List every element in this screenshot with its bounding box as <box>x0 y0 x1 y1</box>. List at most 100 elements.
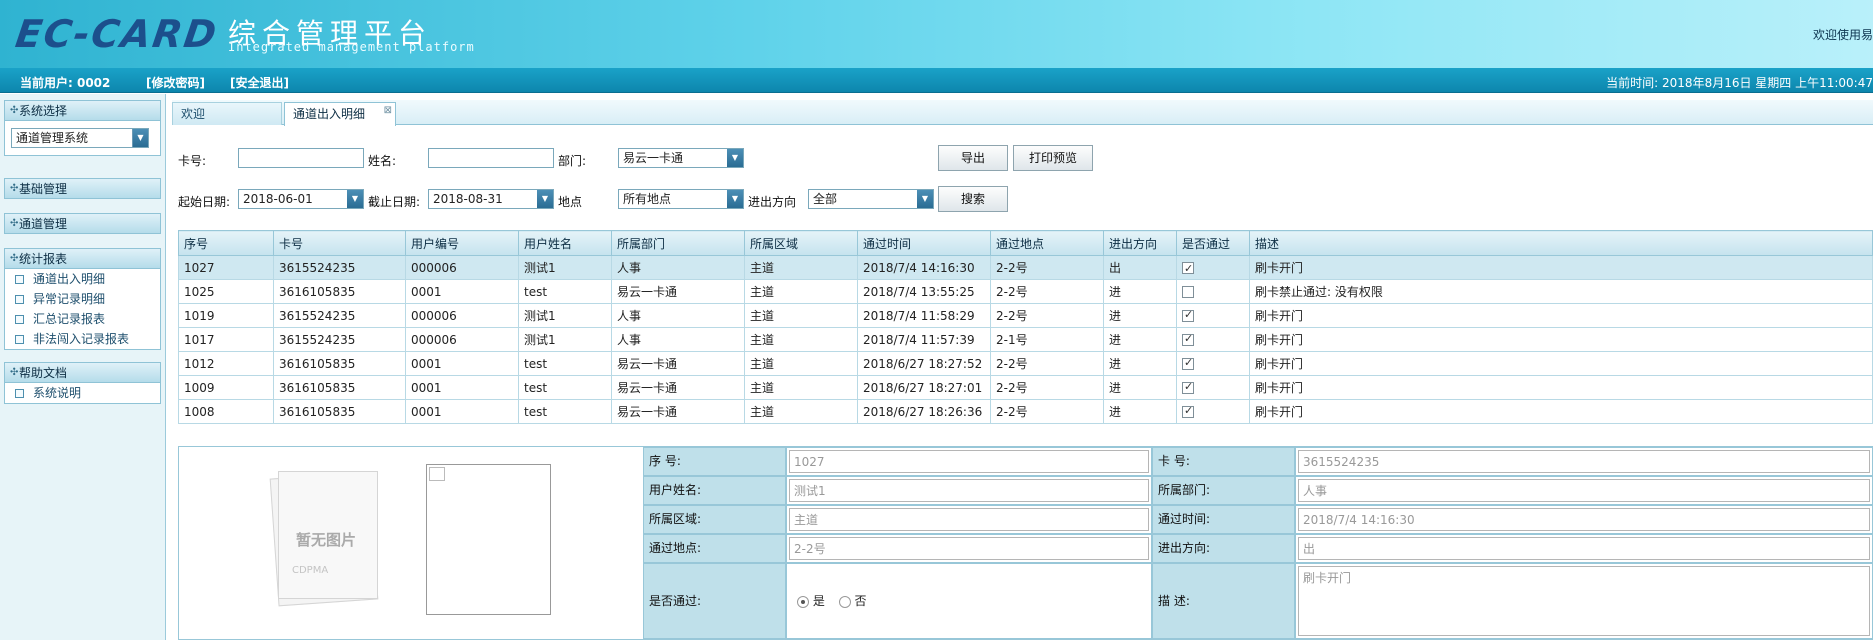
table-row[interactable]: 1012 3616105835 0001 test 易云一卡通 主道 2018/6/27 1… <box>178 351 1873 376</box>
logout-link[interactable]: [安全退出] <box>230 74 289 91</box>
pass-checkbox[interactable] <box>1182 308 1194 322</box>
area-field[interactable]: 主道 <box>789 508 1149 531</box>
table-cell: 2-2号 <box>990 399 1104 424</box>
table-cell: 2-2号 <box>990 255 1104 280</box>
desc-field[interactable]: 刷卡开门 <box>1298 566 1870 636</box>
tab-welcome[interactable]: 欢迎 <box>172 102 282 125</box>
system-select-title: 系统选择 <box>19 104 68 118</box>
table-cell: 0001 <box>405 375 519 400</box>
menu-item-abnormal-detail[interactable]: 异常记录明细 <box>5 289 160 309</box>
menu-item-intrusion-report[interactable]: 非法闯入记录报表 <box>5 329 160 349</box>
place-select[interactable]: 所有地点 ▼ <box>618 189 744 209</box>
help-title: 帮助文档 <box>19 366 68 380</box>
table-cell: 2-2号 <box>990 375 1104 400</box>
column-header[interactable]: 用户编号 <box>405 230 519 256</box>
column-header[interactable]: 序号 <box>178 230 274 256</box>
expand-icon: ✣ <box>10 253 19 264</box>
table-row[interactable]: 1017 3615524235 000006 测试1 人事 主道 2018/7/4 11:5… <box>178 327 1873 352</box>
print-preview-button[interactable]: 打印预览 <box>1013 145 1093 171</box>
column-header[interactable]: 用户姓名 <box>518 230 612 256</box>
menu-item-channel-detail[interactable]: 通道出入明细 <box>5 269 160 289</box>
column-header[interactable]: 描述 <box>1249 230 1873 256</box>
table-cell <box>1176 303 1250 328</box>
table-cell: 3615524235 <box>273 255 406 280</box>
pass-checkbox[interactable] <box>1182 286 1194 298</box>
table-row[interactable]: 1025 3616105835 0001 test 易云一卡通 主道 2018/7/4 13… <box>178 279 1873 304</box>
chevron-down-icon: ▼ <box>917 190 933 208</box>
table-cell: 测试1 <box>518 327 612 352</box>
pass-checkbox[interactable] <box>1182 356 1194 370</box>
help-body: 系统说明 <box>4 383 161 404</box>
table-cell: 3616105835 <box>273 351 406 376</box>
column-header[interactable]: 通过时间 <box>857 230 991 256</box>
tab-channel-detail[interactable]: 通道出入明细 ⊠ <box>284 102 396 126</box>
column-header[interactable]: 是否通过 <box>1176 230 1250 256</box>
tab-bar: 欢迎 通道出入明细 ⊠ <box>172 100 1873 126</box>
table-cell: 测试1 <box>518 303 612 328</box>
column-header[interactable]: 通过地点 <box>990 230 1104 256</box>
table-cell: 1012 <box>178 351 274 376</box>
desc-field-cell: 刷卡开门 <box>1295 563 1873 639</box>
close-icon[interactable]: ⊠ <box>384 100 392 122</box>
table-row[interactable]: 1009 3616105835 0001 test 易云一卡通 主道 2018/6/27 1… <box>178 375 1873 400</box>
direction-select[interactable]: 全部 ▼ <box>808 189 934 209</box>
app-header: EC-CARD 综合管理平台 Integrated management pla… <box>0 0 1873 68</box>
seq-field[interactable]: 1027 <box>789 450 1149 473</box>
table-row[interactable]: 1027 3615524235 000006 测试1 人事 主道 2018/7/4 14:1… <box>178 255 1873 280</box>
export-button[interactable]: 导出 <box>938 145 1008 171</box>
search-button[interactable]: 搜索 <box>938 186 1008 212</box>
table-cell: 进 <box>1103 375 1177 400</box>
place-field[interactable]: 2-2号 <box>789 537 1149 560</box>
name-input[interactable] <box>428 148 554 168</box>
table-cell: 主道 <box>744 255 858 280</box>
table-cell: 人事 <box>611 255 745 280</box>
channel-management-header[interactable]: ✣ 通道管理 <box>4 213 161 234</box>
column-header[interactable]: 卡号 <box>273 230 406 256</box>
help-header[interactable]: ✣ 帮助文档 <box>4 362 161 383</box>
pass-yes-label: 是 <box>812 594 825 608</box>
column-header[interactable]: 进出方向 <box>1103 230 1177 256</box>
system-select-header[interactable]: ✣ 系统选择 <box>4 100 161 121</box>
record-detail-panel: 暂无图片 CDPMA 序 号: 1027 卡 号: 3615524235 用户姓… <box>178 446 1873 640</box>
change-password-link[interactable]: [修改密码] <box>146 74 205 91</box>
sidebar: ✣ 系统选择 通道管理系统 ▼ ✣ 基础管理 ✣ 通道管理 ✣ 统计报表 通道出… <box>0 94 166 640</box>
dept-field[interactable]: 人事 <box>1298 479 1870 502</box>
pass-yes-radio[interactable] <box>797 595 809 608</box>
start-date-picker[interactable]: 2018-06-01 ▼ <box>238 189 364 209</box>
card-input[interactable] <box>238 148 364 168</box>
start-date-label: 起始日期: <box>178 195 231 209</box>
menu-bullet-icon <box>15 335 24 344</box>
table-cell: test <box>518 375 612 400</box>
basic-management-header[interactable]: ✣ 基础管理 <box>4 178 161 199</box>
column-header[interactable]: 所属部门 <box>611 230 745 256</box>
current-time: 当前时间: 2018年8月16日 星期四 上午11:00:47 <box>1606 76 1873 90</box>
pass-checkbox[interactable] <box>1182 332 1194 346</box>
menu-item-summary-report[interactable]: 汇总记录报表 <box>5 309 160 329</box>
pass-field-cell: 是 否 <box>786 563 1152 639</box>
table-row[interactable]: 1008 3616105835 0001 test 易云一卡通 主道 2018/6/27 1… <box>178 399 1873 424</box>
pass-checkbox[interactable] <box>1182 380 1194 394</box>
table-cell: 2018/6/27 18:26:36 <box>857 399 991 424</box>
place-label: 地点 <box>558 195 583 209</box>
pass-no-radio[interactable] <box>838 595 851 608</box>
system-select-dropdown[interactable]: 通道管理系统 ▼ <box>11 128 149 148</box>
card-detail-label: 卡 号: <box>1152 447 1295 476</box>
pass-checkbox[interactable] <box>1182 404 1194 418</box>
table-cell <box>1176 327 1250 352</box>
table-cell: 主道 <box>744 279 858 304</box>
pass-checkbox[interactable] <box>1182 260 1194 278</box>
reports-header[interactable]: ✣ 统计报表 <box>4 248 161 269</box>
column-header[interactable]: 所属区域 <box>744 230 858 256</box>
end-date-picker[interactable]: 2018-08-31 ▼ <box>428 189 554 209</box>
table-cell: 主道 <box>744 351 858 376</box>
name-field[interactable]: 测试1 <box>789 479 1149 502</box>
table-cell: 主道 <box>744 303 858 328</box>
direction-label: 进出方向 <box>748 195 797 209</box>
table-row[interactable]: 1019 3615524235 000006 测试1 人事 主道 2018/7/4 11:5… <box>178 303 1873 328</box>
direction-field[interactable]: 出 <box>1298 537 1870 560</box>
dept-select[interactable]: 易云一卡通 ▼ <box>618 148 744 168</box>
menu-item-system-manual[interactable]: 系统说明 <box>5 383 160 403</box>
help-panel: ✣ 帮助文档 系统说明 <box>4 362 161 404</box>
time-field[interactable]: 2018/7/4 14:16:30 <box>1298 508 1870 531</box>
card-field[interactable]: 3615524235 <box>1298 450 1870 473</box>
